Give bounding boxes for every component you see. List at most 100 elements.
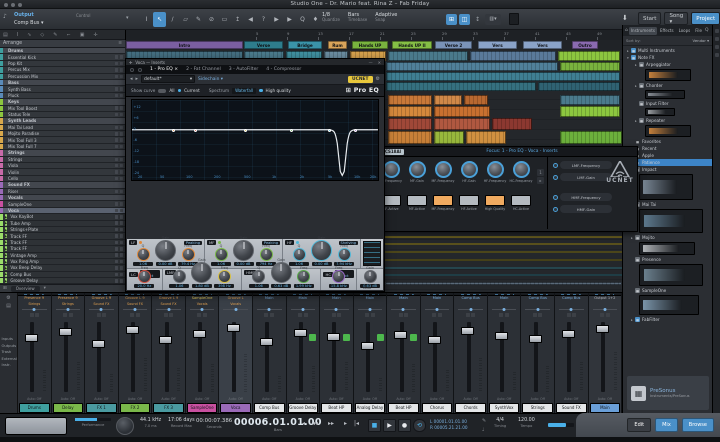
fader-handle[interactable] <box>428 336 441 344</box>
audio-clip[interactable] <box>560 95 620 105</box>
pan-control[interactable] <box>22 307 47 311</box>
automation-mode-label[interactable]: Auto: Off <box>387 397 420 401</box>
plugin-thumbnail[interactable] <box>645 125 691 137</box>
channel-name[interactable]: Chords <box>455 403 486 413</box>
ucnet-param-row[interactable]: HMF-Gain <box>553 205 612 213</box>
browser-item-row[interactable]: ▦ Input Filter <box>623 100 712 107</box>
insert-tab[interactable]: 3 - AutoFilter <box>225 67 263 72</box>
mixer-channel[interactable]: Main Auto: Off Groove Delay <box>287 293 321 414</box>
eq-band-handle[interactable] <box>172 129 175 132</box>
mixer-sidebar-item[interactable]: Instr. <box>0 363 17 367</box>
view-switch-button[interactable]: Browse <box>682 418 714 432</box>
audio-clip[interactable] <box>434 95 462 105</box>
current-radio[interactable] <box>178 89 182 93</box>
plugin-thumbnail[interactable] <box>639 209 703 233</box>
browser-item-row[interactable]: ▾ ▦ Note FX <box>623 54 712 61</box>
automation-mode-label[interactable]: Auto: Off <box>521 397 554 401</box>
mute-solo-buttons[interactable] <box>253 312 286 318</box>
audio-clip[interactable] <box>560 106 620 117</box>
mixer-channel[interactable]: Presence 9 Strings Auto: Off Drums <box>18 293 52 414</box>
browser-tab[interactable]: Effects <box>658 27 676 35</box>
pan-control[interactable] <box>89 307 114 311</box>
track-mute-solo[interactable] <box>115 266 124 270</box>
overview-selector[interactable]: Overview <box>11 286 40 292</box>
mute-solo-buttons[interactable] <box>287 312 320 318</box>
preset-prev-icon[interactable]: ◂ <box>130 76 133 82</box>
fader-handle[interactable] <box>361 342 374 350</box>
eq-knob[interactable] <box>191 262 212 283</box>
track-mute-solo[interactable] <box>115 170 124 174</box>
io-bus-select[interactable]: Comp Bus ▾ <box>14 20 44 26</box>
eq-knob[interactable] <box>137 248 150 261</box>
secondary-time-display[interactable]: 00:00:07.386 Seconds <box>196 418 232 429</box>
track-mute-solo[interactable] <box>115 119 124 123</box>
chevron-down-icon[interactable]: ▾ <box>44 286 46 291</box>
pan-control[interactable] <box>525 307 550 311</box>
window-controls[interactable] <box>4 3 22 7</box>
ucnet-pad[interactable] <box>433 195 453 206</box>
band-mode-select[interactable]: Shelving <box>339 241 358 245</box>
automation-play-badge[interactable]: ▶ <box>5 214 7 219</box>
project-page-button[interactable]: Project <box>691 12 720 25</box>
view-switch-button[interactable]: Mix <box>655 418 678 432</box>
mixer-sidebar-item[interactable]: Outputs <box>0 344 17 348</box>
browser-item-row[interactable]: ▸ ▦ Arpeggiator <box>623 61 712 68</box>
pan-control[interactable] <box>425 307 450 311</box>
metronome-icon[interactable]: ♩ <box>482 427 484 433</box>
browser-item-row[interactable]: ▦ Presence <box>623 256 712 263</box>
track-mute-solo[interactable] <box>115 151 124 155</box>
automation-mode-label[interactable]: Auto: Off <box>589 397 622 401</box>
ucnet-knob[interactable] <box>461 161 478 178</box>
fader-handle[interactable] <box>495 332 508 340</box>
record-arm-button[interactable] <box>511 334 518 341</box>
tool-button[interactable]: I <box>140 12 153 27</box>
track-mute-solo[interactable] <box>115 190 124 194</box>
tool-button[interactable]: Q <box>296 12 309 27</box>
snap-grid-icon[interactable]: ◫ <box>459 14 470 25</box>
fader-handle[interactable] <box>227 324 240 332</box>
automation-play-badge[interactable]: ▶ <box>5 246 7 251</box>
automation-play-badge[interactable]: ▶ <box>5 266 7 271</box>
track-mute-solo[interactable] <box>115 209 124 213</box>
home-icon[interactable]: ⌂ <box>625 28 628 33</box>
channel-name[interactable]: Sound FX <box>556 403 587 413</box>
overview-icon[interactable]: ⊞ <box>3 286 7 291</box>
performance-monitor[interactable]: Performance <box>72 418 114 427</box>
pencil-icon[interactable]: ✎ <box>482 418 486 424</box>
mixer-channel[interactable]: Presence 9 Strings Auto: Off Delay <box>52 293 86 414</box>
mute-solo-buttons[interactable] <box>454 312 487 318</box>
audio-clip[interactable] <box>560 131 622 144</box>
track-mute-solo[interactable] <box>115 49 124 53</box>
record-arm-button[interactable] <box>410 334 417 341</box>
eq-knob[interactable] <box>271 262 292 283</box>
track-mute-solo[interactable] <box>115 106 124 110</box>
pan-control[interactable] <box>223 307 248 311</box>
arranger-section[interactable]: Outro <box>572 41 598 49</box>
track-mute-solo[interactable] <box>115 273 124 277</box>
eq-knob[interactable] <box>252 270 265 283</box>
eq-knob[interactable] <box>138 270 151 283</box>
start-page-button[interactable]: Start <box>638 12 661 25</box>
automation-play-badge[interactable]: ▶ <box>5 278 7 283</box>
tool-button[interactable]: ⊘ <box>205 12 218 27</box>
mixer-sidebar-icon[interactable]: ⚙ <box>0 295 17 301</box>
gear-icon[interactable]: ⚙ <box>376 76 380 82</box>
arranger-section[interactable]: Hands UP II <box>392 41 432 49</box>
record-button[interactable]: ● <box>398 419 411 432</box>
loop-start[interactable]: L 00001.01.01.00 <box>430 419 468 425</box>
activate-icon[interactable] <box>138 68 142 72</box>
plugin-thumbnail[interactable] <box>645 69 691 81</box>
automation-mode-label[interactable]: Auto: Off <box>287 397 320 401</box>
band-led[interactable] <box>139 241 142 244</box>
view-switch-button[interactable]: Edit <box>627 418 651 432</box>
fader-handle[interactable] <box>596 325 609 333</box>
insert-tab[interactable]: 1 - Pro EQ × <box>146 67 182 72</box>
arranger-section[interactable]: Verse 2 <box>435 41 472 49</box>
track-mute-solo[interactable] <box>115 234 124 238</box>
automation-mode-label[interactable]: Auto: Off <box>152 397 185 401</box>
return-to-zero-button[interactable]: |◂ <box>354 420 359 427</box>
time-signature-display[interactable]: 4/4 Timing <box>494 418 506 428</box>
mute-solo-buttons[interactable] <box>219 312 252 318</box>
mute-solo-buttons[interactable] <box>421 312 454 318</box>
mute-solo-buttons[interactable] <box>152 312 185 318</box>
